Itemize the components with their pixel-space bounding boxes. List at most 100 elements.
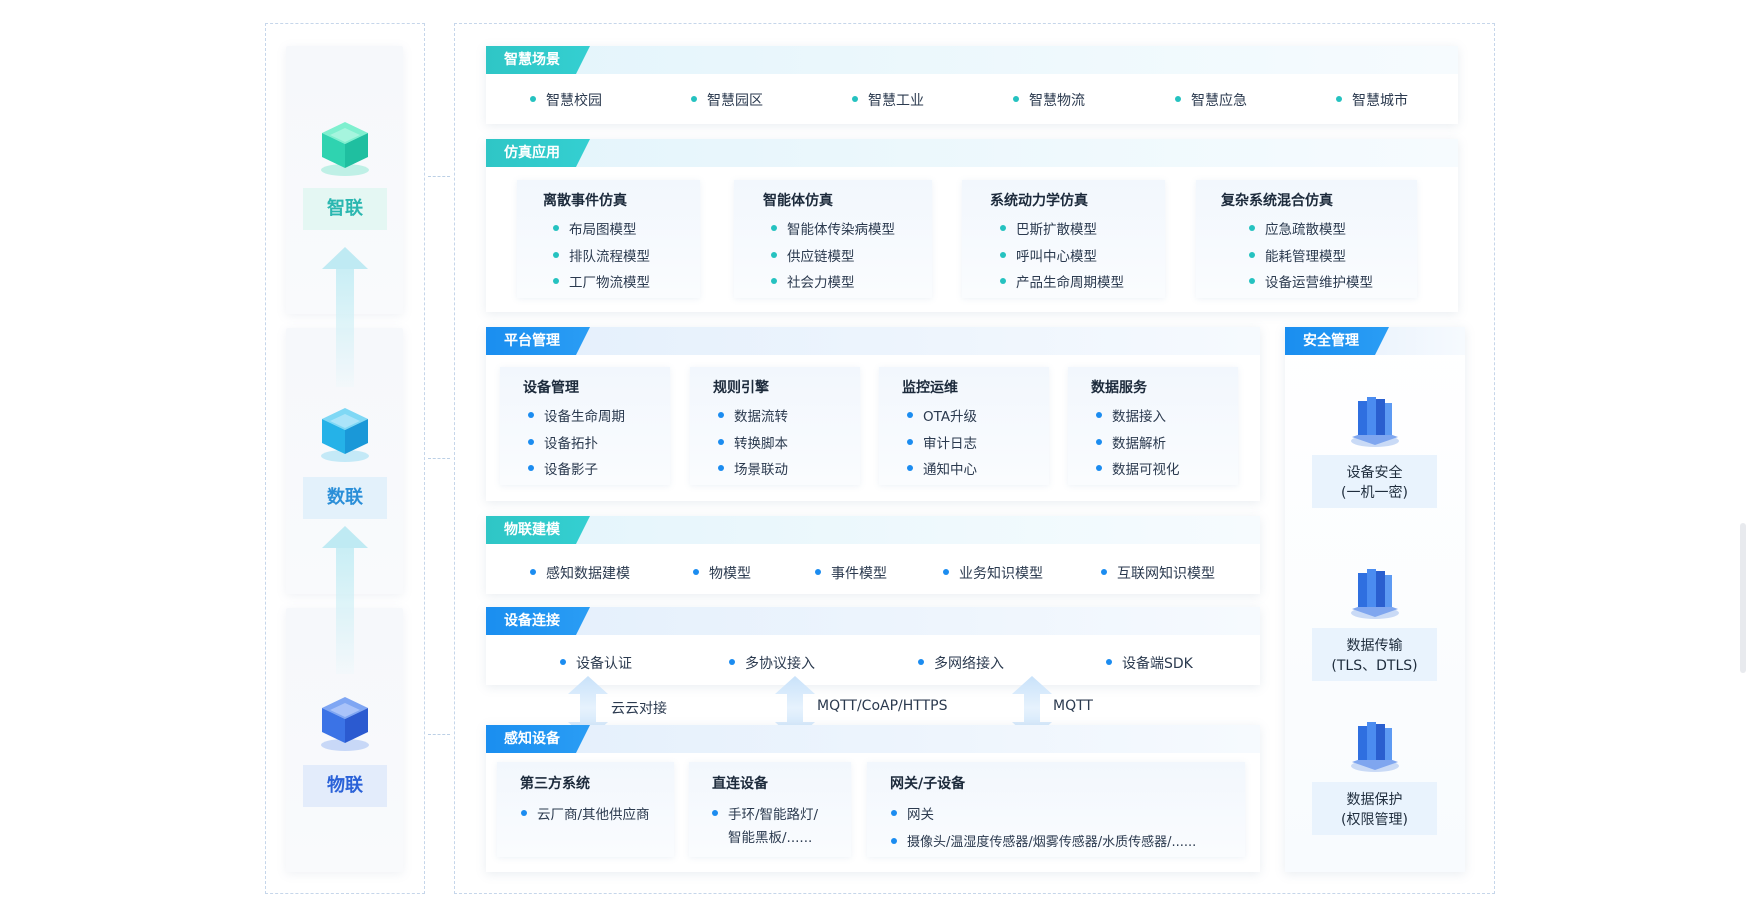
- platform-card-item: 场景联动: [718, 458, 788, 478]
- connect-panel: [486, 607, 1260, 685]
- sim-card-item-label: 设备运营维护模型: [1265, 275, 1373, 291]
- sim-card-item-label: 排队流程模型: [569, 249, 650, 265]
- sense-card-item-label: 网关: [907, 807, 934, 823]
- platform-card-item-label: 设备影子: [544, 462, 598, 478]
- model-tag: 物联建模: [486, 516, 590, 544]
- bullet-dot: [530, 569, 536, 575]
- sim-card-item: 设备运营维护模型: [1249, 271, 1373, 291]
- sim-card-item: 社会力模型: [771, 271, 855, 291]
- platform-card-item: 数据流转: [718, 405, 788, 425]
- wulian-label: 物联: [303, 765, 387, 807]
- bullet-dot: [815, 569, 821, 575]
- sense-card-item-label: 智能黑板/......: [728, 830, 813, 846]
- sense-card-item: 网关: [891, 803, 934, 823]
- bullet-dot: [712, 810, 718, 816]
- platform-card-item: 设备拓扑: [528, 432, 598, 452]
- sense-header: [486, 725, 1260, 753]
- bullet-dot: [553, 225, 559, 231]
- platform-card-item-label: 通知中心: [923, 462, 977, 478]
- sim-card-item: 应急疏散模型: [1249, 218, 1346, 238]
- platform-card-item: 数据接入: [1096, 405, 1166, 425]
- model-item-label: 业务知识模型: [959, 566, 1043, 582]
- sim-card-item-label: 工厂物流模型: [569, 275, 650, 291]
- platform-card-item: 审计日志: [907, 432, 977, 452]
- connector-arrow: [428, 176, 450, 177]
- scene-item: 智慧园区: [691, 90, 763, 110]
- platform-card-item-label: 数据可视化: [1112, 462, 1180, 478]
- scene-item: 智慧校园: [530, 90, 602, 110]
- scene-item-label: 智慧校园: [546, 93, 602, 109]
- model-header: [486, 516, 1260, 544]
- sense-card-item-label: 摄像头/温湿度传感器/烟雾传感器/水质传感器/......: [907, 835, 1197, 850]
- bullet-dot: [1249, 225, 1255, 231]
- sense-card-item-label: 云厂商/其他供应商: [537, 807, 650, 823]
- shulian-label: 数联: [303, 477, 387, 519]
- bullet-dot: [528, 439, 534, 445]
- bullet-dot: [1336, 96, 1342, 102]
- platform-card-title: 设备管理: [523, 380, 579, 396]
- platform-card-item-label: 设备拓扑: [544, 436, 598, 452]
- cube-teal-icon: [321, 122, 369, 176]
- sim-card-item: 巴斯扩散模型: [1000, 218, 1097, 238]
- platform-card-title: 数据服务: [1091, 380, 1147, 396]
- server-icon: [1351, 397, 1399, 447]
- bullet-dot: [891, 810, 897, 816]
- sim-card-title: 智能体仿真: [763, 193, 833, 209]
- platform-card-item-label: 数据流转: [734, 409, 788, 425]
- platform-card-item-label: 数据解析: [1112, 436, 1166, 452]
- connect-item: 多协议接入: [729, 653, 815, 673]
- model-item-label: 互联网知识模型: [1117, 566, 1215, 582]
- bullet-dot: [1013, 96, 1019, 102]
- model-item-label: 事件模型: [831, 566, 887, 582]
- up-arrow-icon: [322, 247, 368, 387]
- sim-card-item-label: 供应链模型: [787, 249, 855, 265]
- sim-card-item-label: 巴斯扩散模型: [1016, 222, 1097, 238]
- sense-card-item: 智能黑板/......: [728, 826, 812, 846]
- security-tag: 安全管理: [1285, 327, 1389, 355]
- sim-card-title: 复杂系统混合仿真: [1221, 193, 1333, 209]
- bullet-dot: [1096, 439, 1102, 445]
- connect-item-label: 多网络接入: [934, 656, 1004, 672]
- bullet-dot: [907, 412, 913, 418]
- connect-item-label: 多协议接入: [745, 656, 815, 672]
- model-item: 互联网知识模型: [1101, 563, 1215, 583]
- scene-item-label: 智慧物流: [1029, 93, 1085, 109]
- protocol-label: 云云对接: [611, 701, 667, 717]
- security-item: 设备安全 (一机一密): [1312, 455, 1437, 508]
- bullet-dot: [553, 252, 559, 258]
- platform-card-item-label: 数据接入: [1112, 409, 1166, 425]
- bullet-dot: [1000, 225, 1006, 231]
- scene-item-label: 智慧城市: [1352, 93, 1408, 109]
- bullet-dot: [521, 810, 527, 816]
- bullet-dot: [1249, 252, 1255, 258]
- sim-card-item-label: 布局图模型: [569, 222, 637, 238]
- model-item: 感知数据建模: [530, 563, 630, 583]
- bullet-dot: [693, 569, 699, 575]
- platform-card-item: 设备影子: [528, 458, 598, 478]
- connect-item-label: 设备认证: [576, 656, 632, 672]
- bullet-dot: [771, 225, 777, 231]
- connector-arrow: [428, 458, 450, 459]
- scene-panel: [486, 46, 1458, 124]
- sim-card-item: 供应链模型: [771, 245, 855, 265]
- model-item: 物模型: [693, 563, 751, 583]
- connect-item-label: 设备端SDK: [1122, 656, 1193, 672]
- security-item-detail: (一机一密): [1341, 485, 1408, 501]
- scrollbar-thumb[interactable]: [1740, 523, 1746, 673]
- server-icon: [1351, 722, 1399, 772]
- scene-tag: 智慧场景: [486, 46, 590, 74]
- platform-card-item: 数据可视化: [1096, 458, 1180, 478]
- sense-tag: 感知设备: [486, 725, 590, 753]
- bullet-dot: [852, 96, 858, 102]
- bullet-dot: [891, 837, 897, 844]
- model-item: 事件模型: [815, 563, 887, 583]
- sense-card-item: 云厂商/其他供应商: [521, 803, 650, 823]
- sim-card-item: 工厂物流模型: [553, 271, 650, 291]
- security-item: 数据保护 (权限管理): [1312, 782, 1437, 835]
- sim-card-item: 产品生命周期模型: [1000, 271, 1124, 291]
- model-item-label: 物模型: [709, 566, 751, 582]
- sim-card-item-label: 产品生命周期模型: [1016, 275, 1124, 291]
- bullet-dot: [1175, 96, 1181, 102]
- platform-card-item-label: 场景联动: [734, 462, 788, 478]
- platform-card-item-label: 转换脚本: [734, 436, 788, 452]
